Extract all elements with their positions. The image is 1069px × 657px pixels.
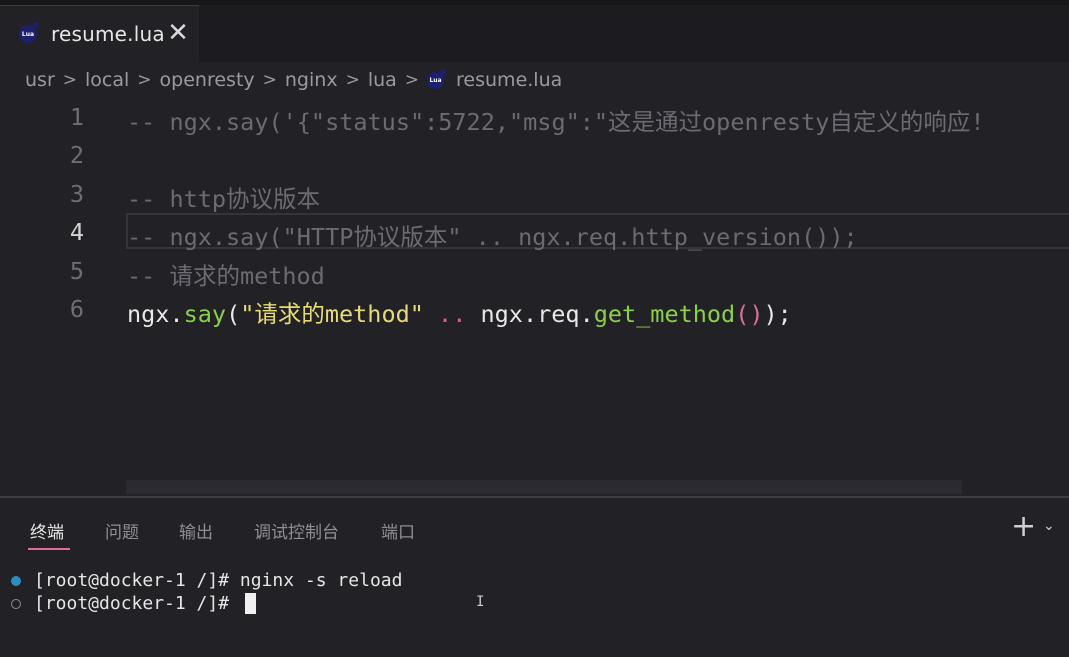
terminal-text: [root@docker-1 /]# nginx -s reload — [34, 570, 403, 591]
breadcrumb-item-usr[interactable]: usr — [25, 69, 55, 91]
code-line[interactable]: 1 -- ngx.say('{"status":5722,"msg":"这是通过… — [0, 98, 1069, 136]
line-number: 1 — [69, 103, 84, 131]
terminal-cursor — [245, 593, 256, 614]
chevron-right-icon: > — [137, 70, 152, 90]
command-pending-dot-icon[interactable] — [11, 599, 21, 609]
token-paren: ) — [763, 300, 778, 328]
code-line[interactable]: 5 -- 请求的method — [0, 252, 1069, 290]
code-line-active[interactable]: 4 -- ngx.say("HTTP协议版本" .. ngx.req.http_… — [0, 213, 1069, 251]
line-number: 5 — [69, 257, 84, 285]
panel-tab-ports[interactable]: 端口 — [381, 518, 415, 543]
token-string: "请求的method" — [240, 300, 424, 328]
breadcrumb-item-nginx[interactable]: nginx — [285, 69, 338, 91]
breadcrumb-item-openresty[interactable]: openresty — [160, 69, 255, 91]
token-paren: () — [735, 300, 764, 328]
token-operator: .. — [423, 300, 481, 328]
panel-tab-debug-console[interactable]: 调试控制台 — [254, 518, 339, 543]
tab-label: resume.lua — [51, 22, 165, 46]
token-semicolon: ; — [777, 300, 792, 328]
line-number: 2 — [69, 141, 84, 169]
editor-window: Lua resume.lua ✕ usr > local > openresty… — [0, 0, 1069, 657]
panel-tab-terminal[interactable]: 终端 — [30, 518, 64, 543]
command-success-dot-icon[interactable] — [11, 576, 21, 586]
code-comment: -- ngx.say('{"status":5722,"msg":"这是通过op… — [127, 108, 985, 136]
breadcrumb: usr > local > openresty > nginx > lua > … — [25, 66, 562, 94]
code-comment: -- http协议版本 — [127, 185, 321, 213]
token-dot: . — [169, 300, 184, 328]
active-tab-indicator — [28, 548, 70, 550]
text-cursor-icon: I — [476, 594, 485, 610]
close-icon[interactable]: ✕ — [166, 20, 190, 46]
chevron-right-icon: > — [262, 70, 277, 90]
chevron-right-icon: > — [404, 70, 420, 90]
token-identifier: req — [537, 300, 580, 328]
terminal-line[interactable]: [root@docker-1 /]# nginx -s reload — [0, 570, 1069, 592]
terminal-line[interactable]: [root@docker-1 /]# — [0, 593, 1069, 615]
token-paren: ( — [226, 300, 241, 328]
bottom-panel: 终端 问题 输出 调试控制台 端口 + ⌄ [root@docker-1 /]#… — [0, 496, 1069, 657]
code-comment: -- ngx.say("HTTP协议版本" .. ngx.req.http_ve… — [127, 223, 858, 251]
horizontal-scrollbar[interactable] — [126, 480, 962, 494]
breadcrumb-item-local[interactable]: local — [85, 69, 129, 91]
line-number: 6 — [69, 295, 84, 323]
token-function: say — [183, 300, 227, 328]
chevron-right-icon: > — [345, 70, 360, 90]
panel-tab-problems[interactable]: 问题 — [105, 518, 139, 543]
tab-bar: Lua resume.lua ✕ — [0, 0, 1069, 62]
code-editor[interactable]: 1 -- ngx.say('{"status":5722,"msg":"这是通过… — [0, 96, 1069, 496]
token-identifier: ngx — [127, 300, 170, 328]
breadcrumb-item-lua[interactable]: lua — [368, 69, 397, 91]
tab-resume-lua[interactable]: Lua resume.lua ✕ — [0, 5, 199, 62]
line-number: 4 — [69, 218, 84, 246]
chevron-down-icon[interactable]: ⌄ — [1043, 518, 1055, 534]
panel-tab-output[interactable]: 输出 — [179, 518, 213, 543]
terminal-prompt: [root@docker-1 /]# — [34, 593, 240, 614]
lua-file-icon: Lua — [19, 22, 39, 43]
token-identifier: ngx — [480, 300, 523, 328]
token-function: get_method — [593, 300, 736, 328]
lua-file-icon: Lua — [427, 68, 447, 89]
token-dot: . — [522, 300, 538, 328]
code-line[interactable]: 2 — [0, 136, 1069, 174]
breadcrumb-item-file[interactable]: resume.lua — [456, 69, 562, 91]
add-terminal-icon[interactable]: + — [1011, 512, 1036, 542]
code-line[interactable]: 6 ngx.say("请求的method" .. ngx.req.get_met… — [0, 290, 1069, 328]
code-statement: ngx.say("请求的method" .. ngx.req.get_metho… — [127, 295, 792, 329]
code-comment: -- 请求的method — [127, 262, 325, 290]
token-dot: . — [579, 300, 594, 328]
chevron-right-icon: > — [62, 70, 78, 90]
line-number: 3 — [69, 180, 84, 208]
code-line[interactable]: 3 -- http协议版本 — [0, 175, 1069, 213]
